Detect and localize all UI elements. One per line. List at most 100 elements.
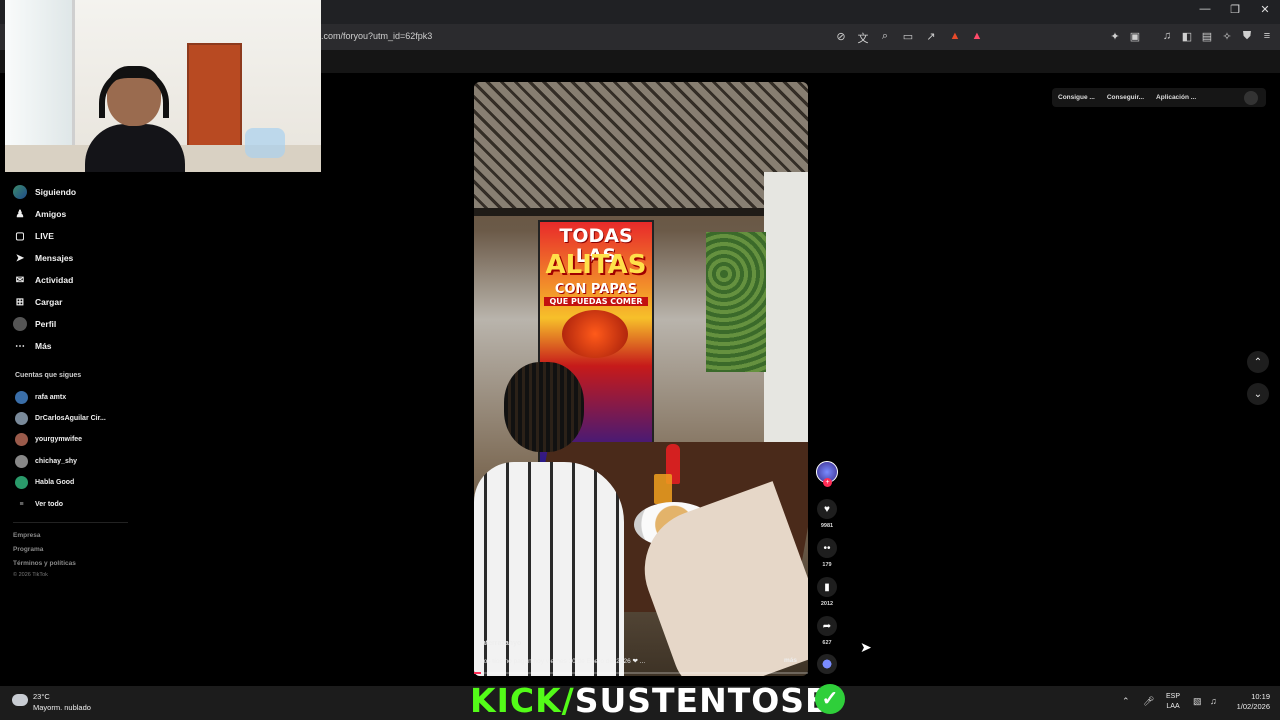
- account-name: yourgymwifee: [35, 435, 83, 443]
- following-account[interactable]: rafa amtx: [15, 390, 66, 404]
- brave-rewards-icon[interactable]: ▲: [970, 30, 984, 42]
- streamer-body: [85, 124, 185, 172]
- sidebar-item-messages[interactable]: ➤ Mensajes: [13, 250, 73, 266]
- sidebar-item-label: Siguiendo: [35, 187, 77, 197]
- cast-icon[interactable]: ▭: [901, 30, 915, 43]
- minimize-button[interactable]: —: [1190, 3, 1220, 15]
- previous-video-button[interactable]: ⌃: [1247, 351, 1269, 373]
- webcam-overlay: [5, 0, 321, 172]
- footer-link-company[interactable]: Empresa: [13, 532, 40, 539]
- brave-shield-icon[interactable]: ▲: [948, 30, 962, 42]
- avatar: [15, 454, 28, 468]
- network-icon[interactable]: ▧: [1193, 696, 1202, 707]
- volume-icon[interactable]: ♫: [1210, 696, 1217, 706]
- video-plants: [706, 232, 766, 372]
- save-count: 2012: [820, 601, 834, 607]
- avatar: [15, 432, 28, 446]
- keyboard-layout: LAA: [1166, 703, 1180, 710]
- account-avatar[interactable]: [1244, 90, 1258, 105]
- video-progress-fill: [474, 672, 481, 674]
- video-person-head: [504, 362, 584, 452]
- maximize-button[interactable]: ❐: [1220, 3, 1250, 16]
- sidebar-item-activity[interactable]: ✉ Actividad: [13, 272, 73, 288]
- clock-time: 10:19: [1251, 692, 1270, 701]
- share-button[interactable]: ➦: [817, 616, 837, 636]
- video-player[interactable]: TODAS LAS ALITAS CON PAPAS QUE PUEDAS CO…: [474, 82, 808, 676]
- sidebar-item-following[interactable]: Siguiendo: [13, 184, 76, 200]
- comment-icon: ••: [823, 542, 831, 554]
- sidebar-divider: [13, 522, 128, 523]
- sidebar-item-profile[interactable]: Perfil: [13, 316, 56, 332]
- avatar: [15, 411, 28, 425]
- translate-icon[interactable]: 文: [856, 30, 870, 46]
- sidebar-item-label: Amigos: [35, 209, 67, 219]
- comment-count: 179: [822, 562, 832, 568]
- get-coins-button[interactable]: Consigue ...: [1058, 94, 1095, 101]
- sidebar-item-upload[interactable]: ⊞ Cargar: [13, 294, 63, 310]
- get-app-bar: Consigue ... Conseguir... Aplicación ...: [1052, 88, 1266, 107]
- vpn-icon[interactable]: ⛊: [1240, 30, 1254, 43]
- sidebar-item-live[interactable]: ▢ LIVE: [13, 228, 54, 244]
- account-name: rafa amtx: [35, 393, 67, 401]
- sidebar-item-friends[interactable]: ♟ Amigos: [13, 206, 67, 222]
- cloud-icon[interactable]: [12, 694, 28, 706]
- media-icon[interactable]: ⊘: [834, 30, 848, 43]
- comment-button[interactable]: ••: [817, 538, 837, 558]
- stream-overlay-text: KICK/SUSTENTOSB: [470, 681, 831, 720]
- video-beam: [474, 208, 808, 216]
- tab-search-icon[interactable]: ▣: [1128, 30, 1142, 43]
- like-button[interactable]: ♥: [817, 499, 837, 519]
- headset-icon: [99, 68, 169, 118]
- clock-date: 1/02/2026: [1236, 702, 1270, 711]
- caption-more-link[interactable]: más: [784, 657, 797, 664]
- video-progress-bar[interactable]: [474, 672, 808, 674]
- video-username[interactable]: laterrazahyo: [480, 640, 521, 647]
- verified-check-icon: ✓: [815, 684, 845, 714]
- language-indicator[interactable]: ESP LAA: [1166, 692, 1180, 712]
- like-count: 9981: [820, 523, 834, 529]
- sidebar-item-label: Mensajes: [35, 253, 74, 263]
- following-account[interactable]: Habla Good: [15, 475, 74, 489]
- sidebar-item-label: Actividad: [35, 275, 74, 285]
- webcam-bottle: [245, 128, 285, 158]
- ai-icon[interactable]: ✧: [1220, 30, 1234, 43]
- music-disc-icon[interactable]: [817, 654, 837, 674]
- save-button[interactable]: ▮: [817, 577, 837, 597]
- sidebar-item-label: LIVE: [35, 231, 54, 241]
- following-account[interactable]: yourgymwifee: [15, 432, 82, 446]
- weather-temperature[interactable]: 23°C: [33, 692, 50, 701]
- wallet-icon[interactable]: ▤: [1200, 30, 1214, 43]
- get-app-button[interactable]: Conseguir...: [1107, 94, 1144, 101]
- chevron-down-icon: ⌄: [1253, 388, 1263, 400]
- desktop-app-button[interactable]: Aplicación ...: [1156, 94, 1196, 101]
- follow-plus-icon[interactable]: +: [823, 478, 832, 487]
- system-clock[interactable]: 10:19 1/02/2026: [1228, 692, 1270, 712]
- microphone-icon[interactable]: 🎤︎: [1143, 696, 1154, 707]
- video-juice: [654, 474, 672, 504]
- overlay-prefix: KICK/: [470, 681, 575, 720]
- next-video-button[interactable]: ⌄: [1247, 383, 1269, 405]
- more-icon: ⋯: [15, 340, 25, 352]
- music-icon[interactable]: ♫: [1160, 30, 1174, 42]
- close-window-button[interactable]: ✕: [1250, 3, 1280, 16]
- live-icon: ▢: [15, 230, 25, 242]
- see-all-link[interactable]: ≡ Ver todo: [15, 497, 63, 511]
- menu-icon[interactable]: ≡: [1260, 30, 1274, 42]
- sidebar-icon[interactable]: ◧: [1180, 30, 1194, 43]
- zoom-icon[interactable]: ⌕: [878, 30, 892, 43]
- poster-line-2: ALITAS: [545, 250, 647, 280]
- tray-chevron-icon[interactable]: ⌃: [1122, 696, 1130, 707]
- extensions-icon[interactable]: ✦: [1108, 30, 1122, 43]
- weather-description[interactable]: Mayorm. nublado: [33, 703, 91, 712]
- sidebar-item-more[interactable]: ⋯ Más: [13, 338, 52, 354]
- share-icon[interactable]: ↗: [924, 30, 938, 43]
- following-account[interactable]: DrCarlosAguilar Cir...: [15, 411, 106, 425]
- copyright: © 2026 TikTok: [13, 572, 48, 578]
- messages-icon: ➤: [15, 252, 25, 264]
- account-name: chichay_shy: [35, 457, 78, 465]
- footer-link-terms[interactable]: Términos y políticas: [13, 560, 76, 567]
- avatar: [15, 390, 28, 404]
- footer-link-program[interactable]: Programa: [13, 546, 43, 553]
- following-account[interactable]: chichay_shy: [15, 454, 77, 468]
- url-text[interactable]: .com/foryou?utm_id=62fpk3: [321, 31, 432, 41]
